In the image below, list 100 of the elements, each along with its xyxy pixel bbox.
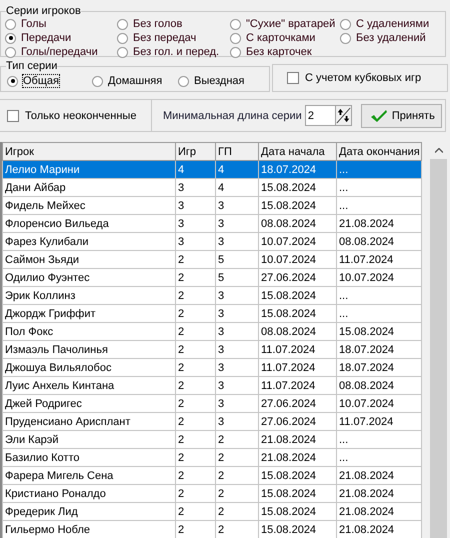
- table-cell: 11.07.2024: [258, 376, 336, 394]
- table-row[interactable]: Лелио Марини 4 4 18.07.2024 ...: [2, 160, 422, 178]
- radio-button[interactable]: [5, 46, 16, 58]
- table-row[interactable]: Джей Родригес 2 3 27.06.2024 10.07.2024: [2, 394, 422, 412]
- table-row[interactable]: Фарера Мигель Сена 2 2 15.08.2024 21.08.2024: [2, 466, 422, 484]
- table-cell: 3: [216, 232, 258, 250]
- radio-option[interactable]: Без передач: [117, 31, 230, 45]
- table-cell: Пруденсиано Арисплант: [2, 412, 176, 430]
- radio-option[interactable]: Без голов: [117, 17, 230, 31]
- checkbox[interactable]: [7, 110, 19, 122]
- table-cell: 21.08.2024: [336, 214, 422, 232]
- table-cell: 2: [176, 484, 216, 502]
- table-cell: 2: [216, 466, 258, 484]
- table-cell: ...: [336, 286, 422, 304]
- column-header[interactable]: Дата окончания: [336, 142, 422, 160]
- radio-option[interactable]: С удалениями: [340, 17, 441, 31]
- radio-option[interactable]: Без гол. и перед.: [117, 45, 230, 59]
- table-cell: 3: [176, 196, 216, 214]
- table-row[interactable]: Пруденсиано Арисплант 2 3 27.06.2024 11.07.2024: [2, 412, 422, 430]
- table-cell: 18.07.2024: [336, 358, 422, 376]
- table-cell: 15.08.2024: [258, 520, 336, 538]
- table-cell: Пол Фокс: [2, 322, 176, 340]
- column-header[interactable]: Игрок: [2, 142, 176, 160]
- radio-option[interactable]: "Сухие" вратарей: [230, 17, 340, 31]
- table-cell: 10.07.2024: [258, 250, 336, 268]
- radio-button[interactable]: [117, 32, 128, 44]
- table-row[interactable]: Одилио Фуэнтес 2 5 27.06.2024 10.07.2024: [2, 268, 422, 286]
- radio-button[interactable]: [5, 18, 16, 30]
- table-cell: Лелио Марини: [2, 160, 176, 178]
- table-cell: Гильермо Нобле: [2, 520, 176, 538]
- table-cell: Фарера Мигель Сена: [2, 466, 176, 484]
- table-cell: 11.07.2024: [336, 412, 422, 430]
- table-row[interactable]: Измаэль Пачолинья 2 3 11.07.2024 18.07.2024: [2, 340, 422, 358]
- apply-button[interactable]: Принять: [360, 104, 442, 128]
- radio-button[interactable]: [5, 32, 16, 44]
- radio-button[interactable]: [92, 76, 103, 86]
- table-cell: 2: [176, 412, 216, 430]
- table-row[interactable]: Кристиано Роналдо 2 2 15.08.2024 21.08.2024: [2, 484, 422, 502]
- column-header[interactable]: Игр: [176, 142, 216, 160]
- table-row[interactable]: Эли Карэй 2 2 21.08.2024 ...: [2, 430, 422, 448]
- radio-option[interactable]: Голы/передачи: [5, 45, 117, 59]
- table-cell: 2: [176, 520, 216, 538]
- table-row[interactable]: Саймон Зьяди 2 5 10.07.2024 11.07.2024: [2, 250, 422, 268]
- table-cell: 15.08.2024: [258, 178, 336, 196]
- table-row[interactable]: Пол Фокс 2 3 08.08.2024 15.08.2024: [2, 322, 422, 340]
- column-header[interactable]: Дата начала: [258, 142, 336, 160]
- checkbox[interactable]: [287, 72, 299, 84]
- spin-arrows-icon[interactable]: [334, 105, 352, 126]
- table-cell: 3: [176, 178, 216, 196]
- radio-button[interactable]: [117, 46, 128, 58]
- table-cell: 2: [176, 322, 216, 340]
- radio-option[interactable]: Домашняя: [92, 72, 178, 90]
- table-cell: Эрик Коллинз: [2, 286, 176, 304]
- radio-option[interactable]: Без карточек: [230, 45, 340, 59]
- table-cell: 11.07.2024: [258, 358, 336, 376]
- table-cell: ...: [336, 196, 422, 214]
- table-row[interactable]: Эрик Коллинз 2 3 15.08.2024 ...: [2, 286, 422, 304]
- radio-button[interactable]: [230, 46, 241, 58]
- radio-option[interactable]: Голы: [5, 17, 117, 31]
- radio-option[interactable]: Передачи: [5, 31, 117, 45]
- table-cell: 2: [176, 376, 216, 394]
- group-legend: Тип серии: [6, 60, 58, 72]
- radio-option[interactable]: Без удалений: [340, 31, 441, 45]
- table-row[interactable]: Джошуа Вильялобос 2 3 11.07.2024 18.07.2024: [2, 358, 422, 376]
- table-cell: 08.08.2024: [336, 376, 422, 394]
- table-cell: 15.08.2024: [258, 484, 336, 502]
- table-cell: 2: [176, 430, 216, 448]
- table-row[interactable]: Луис Анхель Кинтана 2 3 11.07.2024 08.08.2024: [2, 376, 422, 394]
- radio-option[interactable]: Общая: [7, 72, 92, 90]
- table-cell: Фидель Мейхес: [2, 196, 176, 214]
- radio-button[interactable]: [178, 76, 189, 86]
- table-cell: 10.07.2024: [336, 268, 422, 286]
- table-cell: ...: [336, 178, 422, 196]
- table-cell: ...: [336, 304, 422, 322]
- table-cell: 15.08.2024: [336, 322, 422, 340]
- table-cell: Саймон Зьяди: [2, 250, 176, 268]
- table-row[interactable]: Флоренсио Вильеда 3 3 08.08.2024 21.08.2024: [2, 214, 422, 232]
- table-row[interactable]: Фарез Кулибали 3 3 10.07.2024 08.08.2024: [2, 232, 422, 250]
- column-header[interactable]: ГП: [216, 142, 258, 160]
- radio-option[interactable]: С карточками: [230, 31, 340, 45]
- table-cell: 2: [216, 520, 258, 538]
- radio-button[interactable]: [117, 18, 128, 30]
- radio-button[interactable]: [7, 76, 18, 86]
- table-row[interactable]: Джордж Гриффит 2 3 15.08.2024 ...: [2, 304, 422, 322]
- number-field[interactable]: 2: [304, 105, 335, 126]
- table-cell: 21.08.2024: [258, 430, 336, 448]
- radio-button[interactable]: [340, 18, 351, 30]
- radio-option[interactable]: Выездная: [178, 72, 244, 90]
- checkbox-label: С учетом кубковых игр: [305, 72, 422, 84]
- table-row[interactable]: Фредерик Лид 2 2 15.08.2024 21.08.2024: [2, 502, 422, 520]
- radio-button[interactable]: [230, 32, 241, 44]
- table-cell: Базилио Котто: [2, 448, 176, 466]
- table-row[interactable]: Дани Айбар 3 4 15.08.2024 ...: [2, 178, 422, 196]
- table-row[interactable]: Гильермо Нобле 2 2 15.08.2024 21.08.2024: [2, 520, 422, 538]
- radio-button[interactable]: [230, 18, 241, 30]
- table-row[interactable]: Фидель Мейхес 3 3 15.08.2024 ...: [2, 196, 422, 214]
- radio-button[interactable]: [340, 32, 351, 44]
- table-cell: Эли Карэй: [2, 430, 176, 448]
- scrollbar[interactable]: [430, 142, 447, 538]
- table-row[interactable]: Базилио Котто 2 2 21.08.2024 ...: [2, 448, 422, 466]
